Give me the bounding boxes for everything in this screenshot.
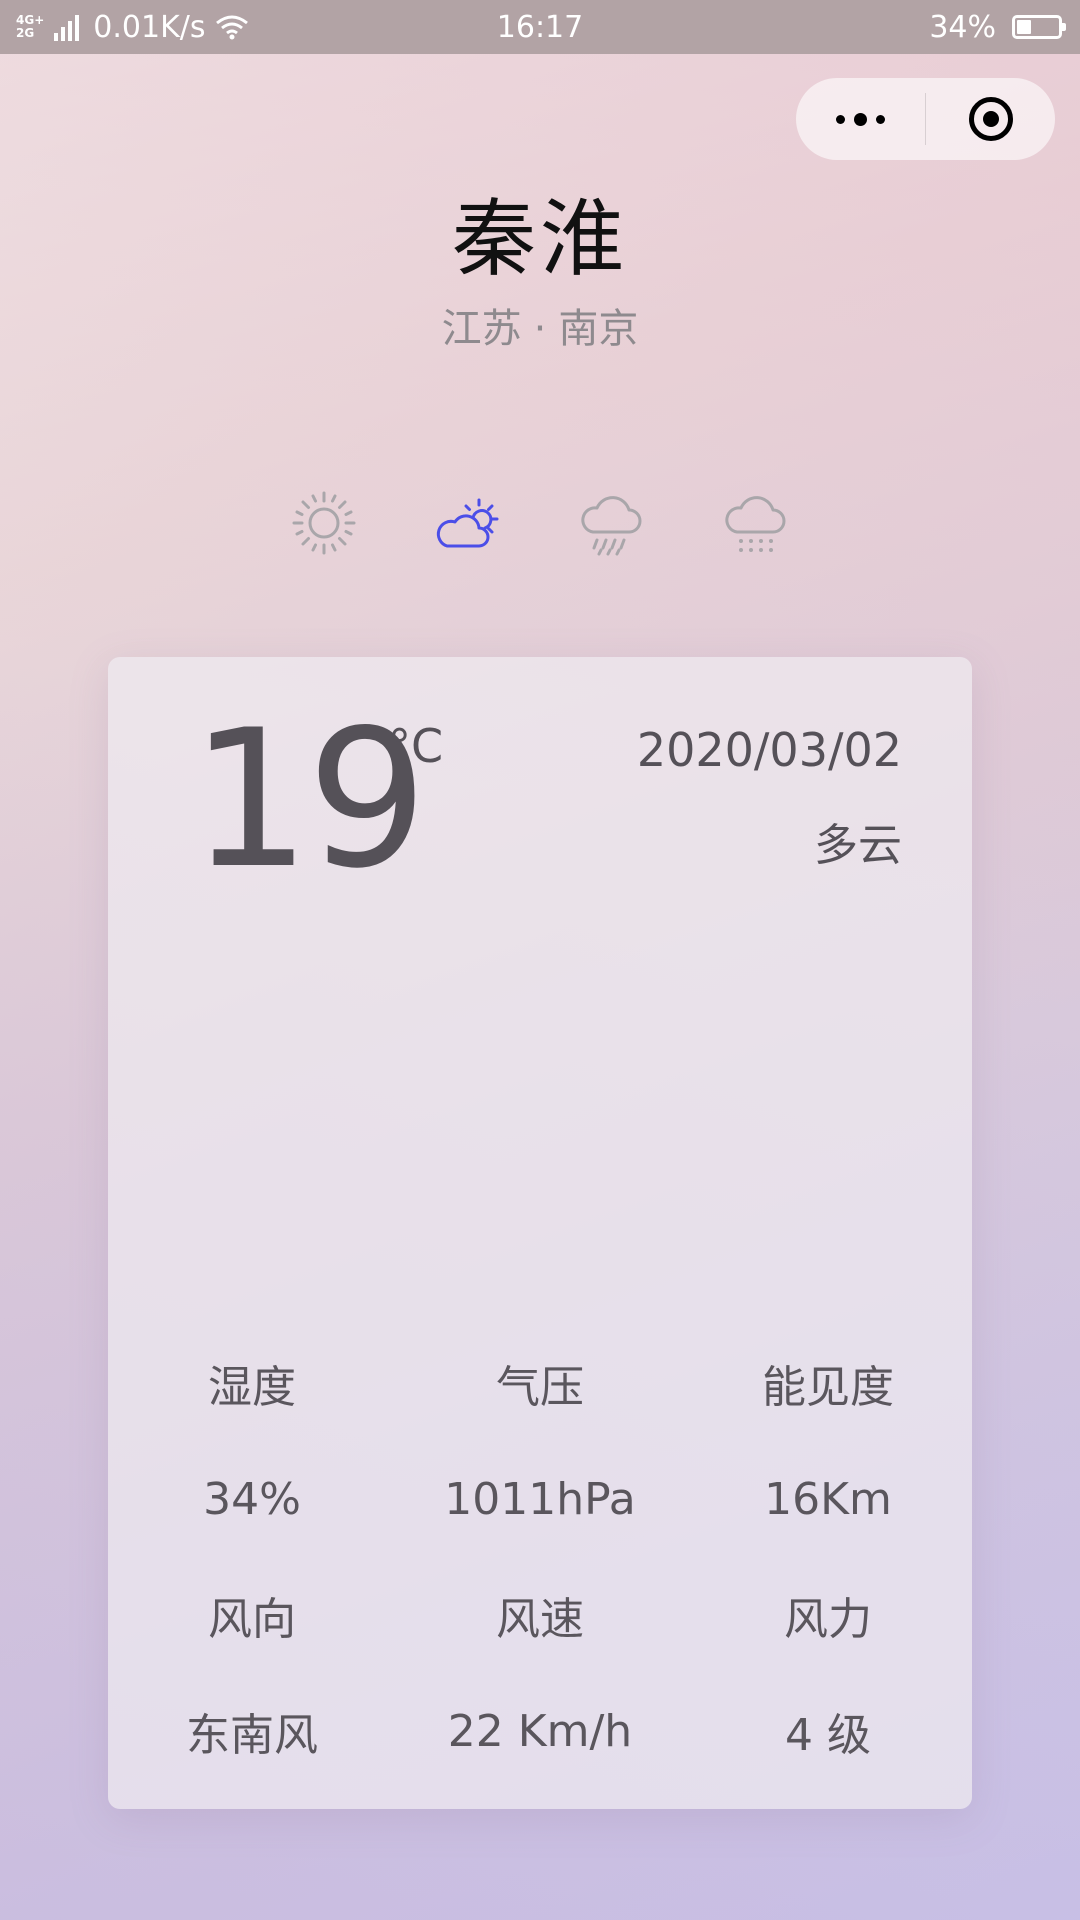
details-values-row-1: 34% 1011hPa 16Km: [108, 1441, 972, 1557]
sun-icon[interactable]: [289, 488, 359, 558]
more-dots-icon: [836, 112, 885, 126]
weather-card: 19 °C 2020/03/02 多云 湿度 气压 能见度 34% 1011hP…: [108, 657, 972, 1809]
visibility-value: 16Km: [764, 1473, 892, 1525]
details-labels-row-2: 风向 风速 风力: [108, 1557, 972, 1673]
weather-description: 多云: [814, 820, 902, 871]
date-label: 2020/03/02: [636, 723, 902, 777]
humidity-label: 湿度: [208, 1362, 296, 1413]
status-bar: 4G+ 2G 0.01K/s 16:17 34%: [0, 0, 1080, 54]
details-labels-row-1: 湿度 气压 能见度: [108, 1325, 972, 1441]
partly-cloudy-icon[interactable]: [433, 488, 503, 558]
status-time: 16:17: [496, 9, 584, 45]
wind-direction-label: 风向: [208, 1594, 296, 1645]
region-separator: ·: [533, 306, 547, 352]
battery-icon: [1012, 15, 1066, 39]
wind-force-label: 风力: [784, 1594, 872, 1645]
wind-speed-value: 22 Km/h: [447, 1705, 633, 1757]
province: 江苏: [441, 306, 522, 352]
rain-icon[interactable]: [577, 488, 647, 558]
status-right: 34%: [929, 0, 1066, 54]
snow-icon[interactable]: [721, 488, 791, 558]
target-icon: [968, 97, 1013, 141]
battery-percent: 34%: [929, 9, 996, 45]
visibility-label: 能见度: [762, 1362, 894, 1413]
wind-direction-value: 东南风: [186, 1710, 318, 1761]
pressure-label: 气压: [496, 1362, 584, 1413]
pressure-value: 1011hPa: [444, 1473, 636, 1525]
details-grid: 湿度 气压 能见度 34% 1011hPa 16Km 风向 风速 风力 东南风 …: [108, 1325, 972, 1789]
details-values-row-2: 东南风 22 Km/h 4 级: [108, 1673, 972, 1789]
region-line: 江苏 · 南京: [0, 296, 1080, 354]
city-name: 秦淮: [451, 190, 628, 288]
capsule-menu: [796, 78, 1055, 160]
weather-icon-row: [0, 488, 1080, 558]
app-screen: 4G+ 2G 0.01K/s 16:17 34% 秦淮 江苏 · 南京 19 °…: [0, 0, 1080, 1920]
city-parent: 南京: [558, 306, 639, 352]
wind-speed-label: 风速: [496, 1594, 584, 1645]
humidity-value: 34%: [203, 1473, 301, 1525]
wind-force-value: 4 级: [785, 1710, 871, 1761]
temperature-unit: °C: [388, 719, 444, 773]
battery-fill: [1017, 20, 1031, 34]
close-miniprogram-button[interactable]: [926, 78, 1055, 160]
more-button[interactable]: [796, 78, 925, 160]
